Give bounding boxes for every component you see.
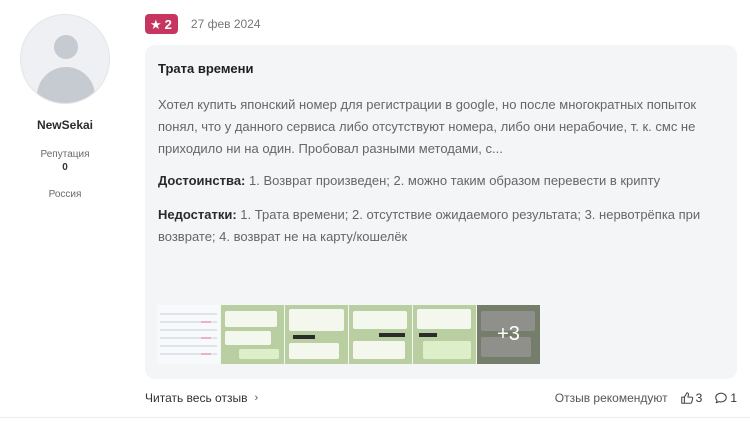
review-title: Трата времени <box>158 61 254 76</box>
reviewer-country: Россия <box>48 189 82 200</box>
read-full-review-link[interactable]: Читать весь отзыв › <box>145 391 258 405</box>
cons-label: Недостатки: <box>158 207 237 222</box>
rating-badge: ★ 2 <box>145 14 178 34</box>
photo-thumbnail-more[interactable]: +3 <box>477 305 540 364</box>
photo-thumbnail[interactable] <box>285 305 348 364</box>
photo-thumbnails: +3 <box>157 305 540 364</box>
photo-thumbnail[interactable] <box>349 305 412 364</box>
thumbs-up-icon <box>680 392 693 404</box>
pros-text: 1. Возврат произведен; 2. можно таким об… <box>249 173 661 188</box>
reputation-value: 0 <box>62 162 68 173</box>
more-photos-count: +3 <box>477 305 540 364</box>
cons-text: 1. Трата времени; 2. отсутствие ожидаемо… <box>158 207 701 244</box>
review-footer: Читать весь отзыв › Отзыв рекомендуют 3 … <box>145 389 737 407</box>
divider <box>0 417 750 418</box>
reviewer-panel: NewSekai Репутация 0 Россия <box>18 14 112 200</box>
review-text: Хотел купить японский номер для регистра… <box>158 97 697 156</box>
review-pros: Достоинства: 1. Возврат произведен; 2. м… <box>158 170 724 192</box>
reviewer-name[interactable]: NewSekai <box>18 118 112 132</box>
review-header: ★ 2 27 фев 2024 <box>145 14 261 34</box>
read-full-label: Читать весь отзыв <box>145 391 248 405</box>
photo-thumbnail[interactable] <box>413 305 476 364</box>
review-date: 27 фев 2024 <box>190 17 261 31</box>
avatar-head-shape <box>54 35 78 59</box>
likes-count: 3 <box>695 391 703 405</box>
like-button[interactable]: 3 <box>680 391 703 405</box>
star-icon: ★ <box>150 16 162 32</box>
recommend-label: Отзыв рекомендуют <box>554 391 668 405</box>
review-cons: Недостатки: 1. Трата времени; 2. отсутст… <box>158 204 724 248</box>
pros-label: Достоинства: <box>158 173 246 188</box>
photo-thumbnail[interactable] <box>157 305 220 364</box>
avatar-body-shape <box>37 67 95 103</box>
comment-icon <box>715 392 728 404</box>
rating-value: 2 <box>164 16 172 32</box>
avatar[interactable] <box>20 14 110 104</box>
photo-thumbnail[interactable] <box>221 305 284 364</box>
reputation-label: Репутация <box>40 149 90 160</box>
comments-button[interactable]: 1 <box>714 391 737 405</box>
review-card: Трата времени Хотел купить японский номе… <box>145 45 737 379</box>
comments-count: 1 <box>730 391 737 405</box>
chevron-right-icon: › <box>254 392 259 404</box>
